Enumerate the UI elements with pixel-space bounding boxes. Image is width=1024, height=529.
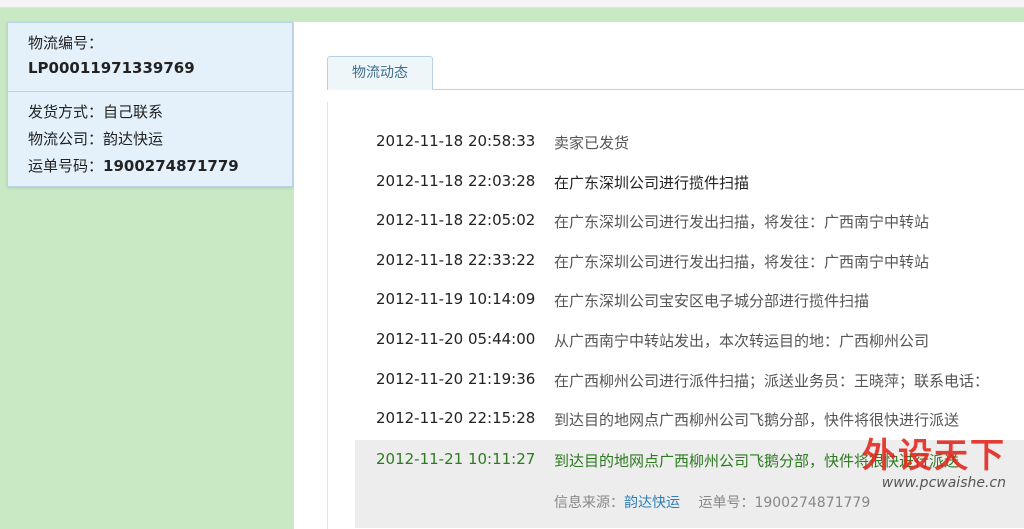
- info-source-line: 信息来源：韵达快运 运单号：1900274871779: [554, 492, 870, 512]
- watermark-logo-text: 外设天下: [862, 436, 1006, 476]
- watermark-url: www.pcwaishe.cn: [881, 475, 1006, 491]
- company-label: 物流公司：: [28, 130, 104, 148]
- shipment-info-card: 物流编号： LP00011971339769 发货方式：自己联系 物流公司：韵达…: [7, 22, 293, 187]
- event-time: 2012-11-18 22:05:02: [376, 211, 536, 229]
- waybill-label: 运单号码：: [28, 157, 104, 175]
- shipping-method-row: 发货方式：自己联系: [28, 101, 163, 122]
- waybill-row: 运单号码：1900274871779: [28, 155, 239, 176]
- event-description: 在广东深圳公司进行揽件扫描: [554, 174, 750, 192]
- event-time: 2012-11-20 21:19:36: [376, 370, 536, 388]
- shipping-method-value: 自己联系: [103, 103, 164, 121]
- event-description: 在广东深圳公司宝安区电子城分部进行揽件扫描: [554, 292, 870, 310]
- source-label: 信息来源：: [554, 495, 624, 511]
- event-description: 到达目的地网点广西柳州公司飞鹅分部，快件将很快进行派送: [554, 411, 960, 429]
- company-value: 韵达快运: [103, 130, 164, 148]
- event-description: 从广西南宁中转站发出，本次转运目的地：广西柳州公司: [554, 332, 930, 350]
- source-company-link[interactable]: 韵达快运: [624, 495, 680, 511]
- event-description: 卖家已发货: [554, 134, 630, 152]
- tracking-number: LP00011971339769: [28, 59, 195, 77]
- info-divider: [8, 91, 292, 92]
- tab-logistics-updates[interactable]: 物流动态: [327, 56, 433, 90]
- event-time: 2012-11-19 10:14:09: [376, 290, 536, 308]
- event-time: 2012-11-18 22:33:22: [376, 251, 536, 269]
- latest-event-time: 2012-11-21 10:11:27: [376, 450, 536, 468]
- event-description: 在广东深圳公司进行发出扫描，将发往：广西南宁中转站: [554, 213, 930, 231]
- event-description: 在广东深圳公司进行发出扫描，将发往：广西南宁中转站: [554, 253, 930, 271]
- latest-waybill-label: 运单号：: [698, 495, 755, 511]
- event-time: 2012-11-20 05:44:00: [376, 330, 536, 348]
- waybill-value: 1900274871779: [103, 157, 239, 175]
- event-description: 在广西柳州公司进行派件扫描；派送业务员：王晓萍；联系电话：: [554, 372, 990, 390]
- event-time: 2012-11-20 22:15:28: [376, 409, 536, 427]
- top-strip: [0, 0, 1024, 8]
- company-row: 物流公司：韵达快运: [28, 128, 163, 149]
- tracking-number-label: 物流编号：: [28, 34, 104, 52]
- latest-waybill-value: 1900274871779: [754, 495, 871, 511]
- event-time: 2012-11-18 22:03:28: [376, 172, 536, 190]
- event-time: 2012-11-18 20:58:33: [376, 132, 536, 150]
- shipping-method-label: 发货方式：: [28, 103, 104, 121]
- site-watermark: 外设天下 www.pcwaishe.cn: [862, 438, 1006, 492]
